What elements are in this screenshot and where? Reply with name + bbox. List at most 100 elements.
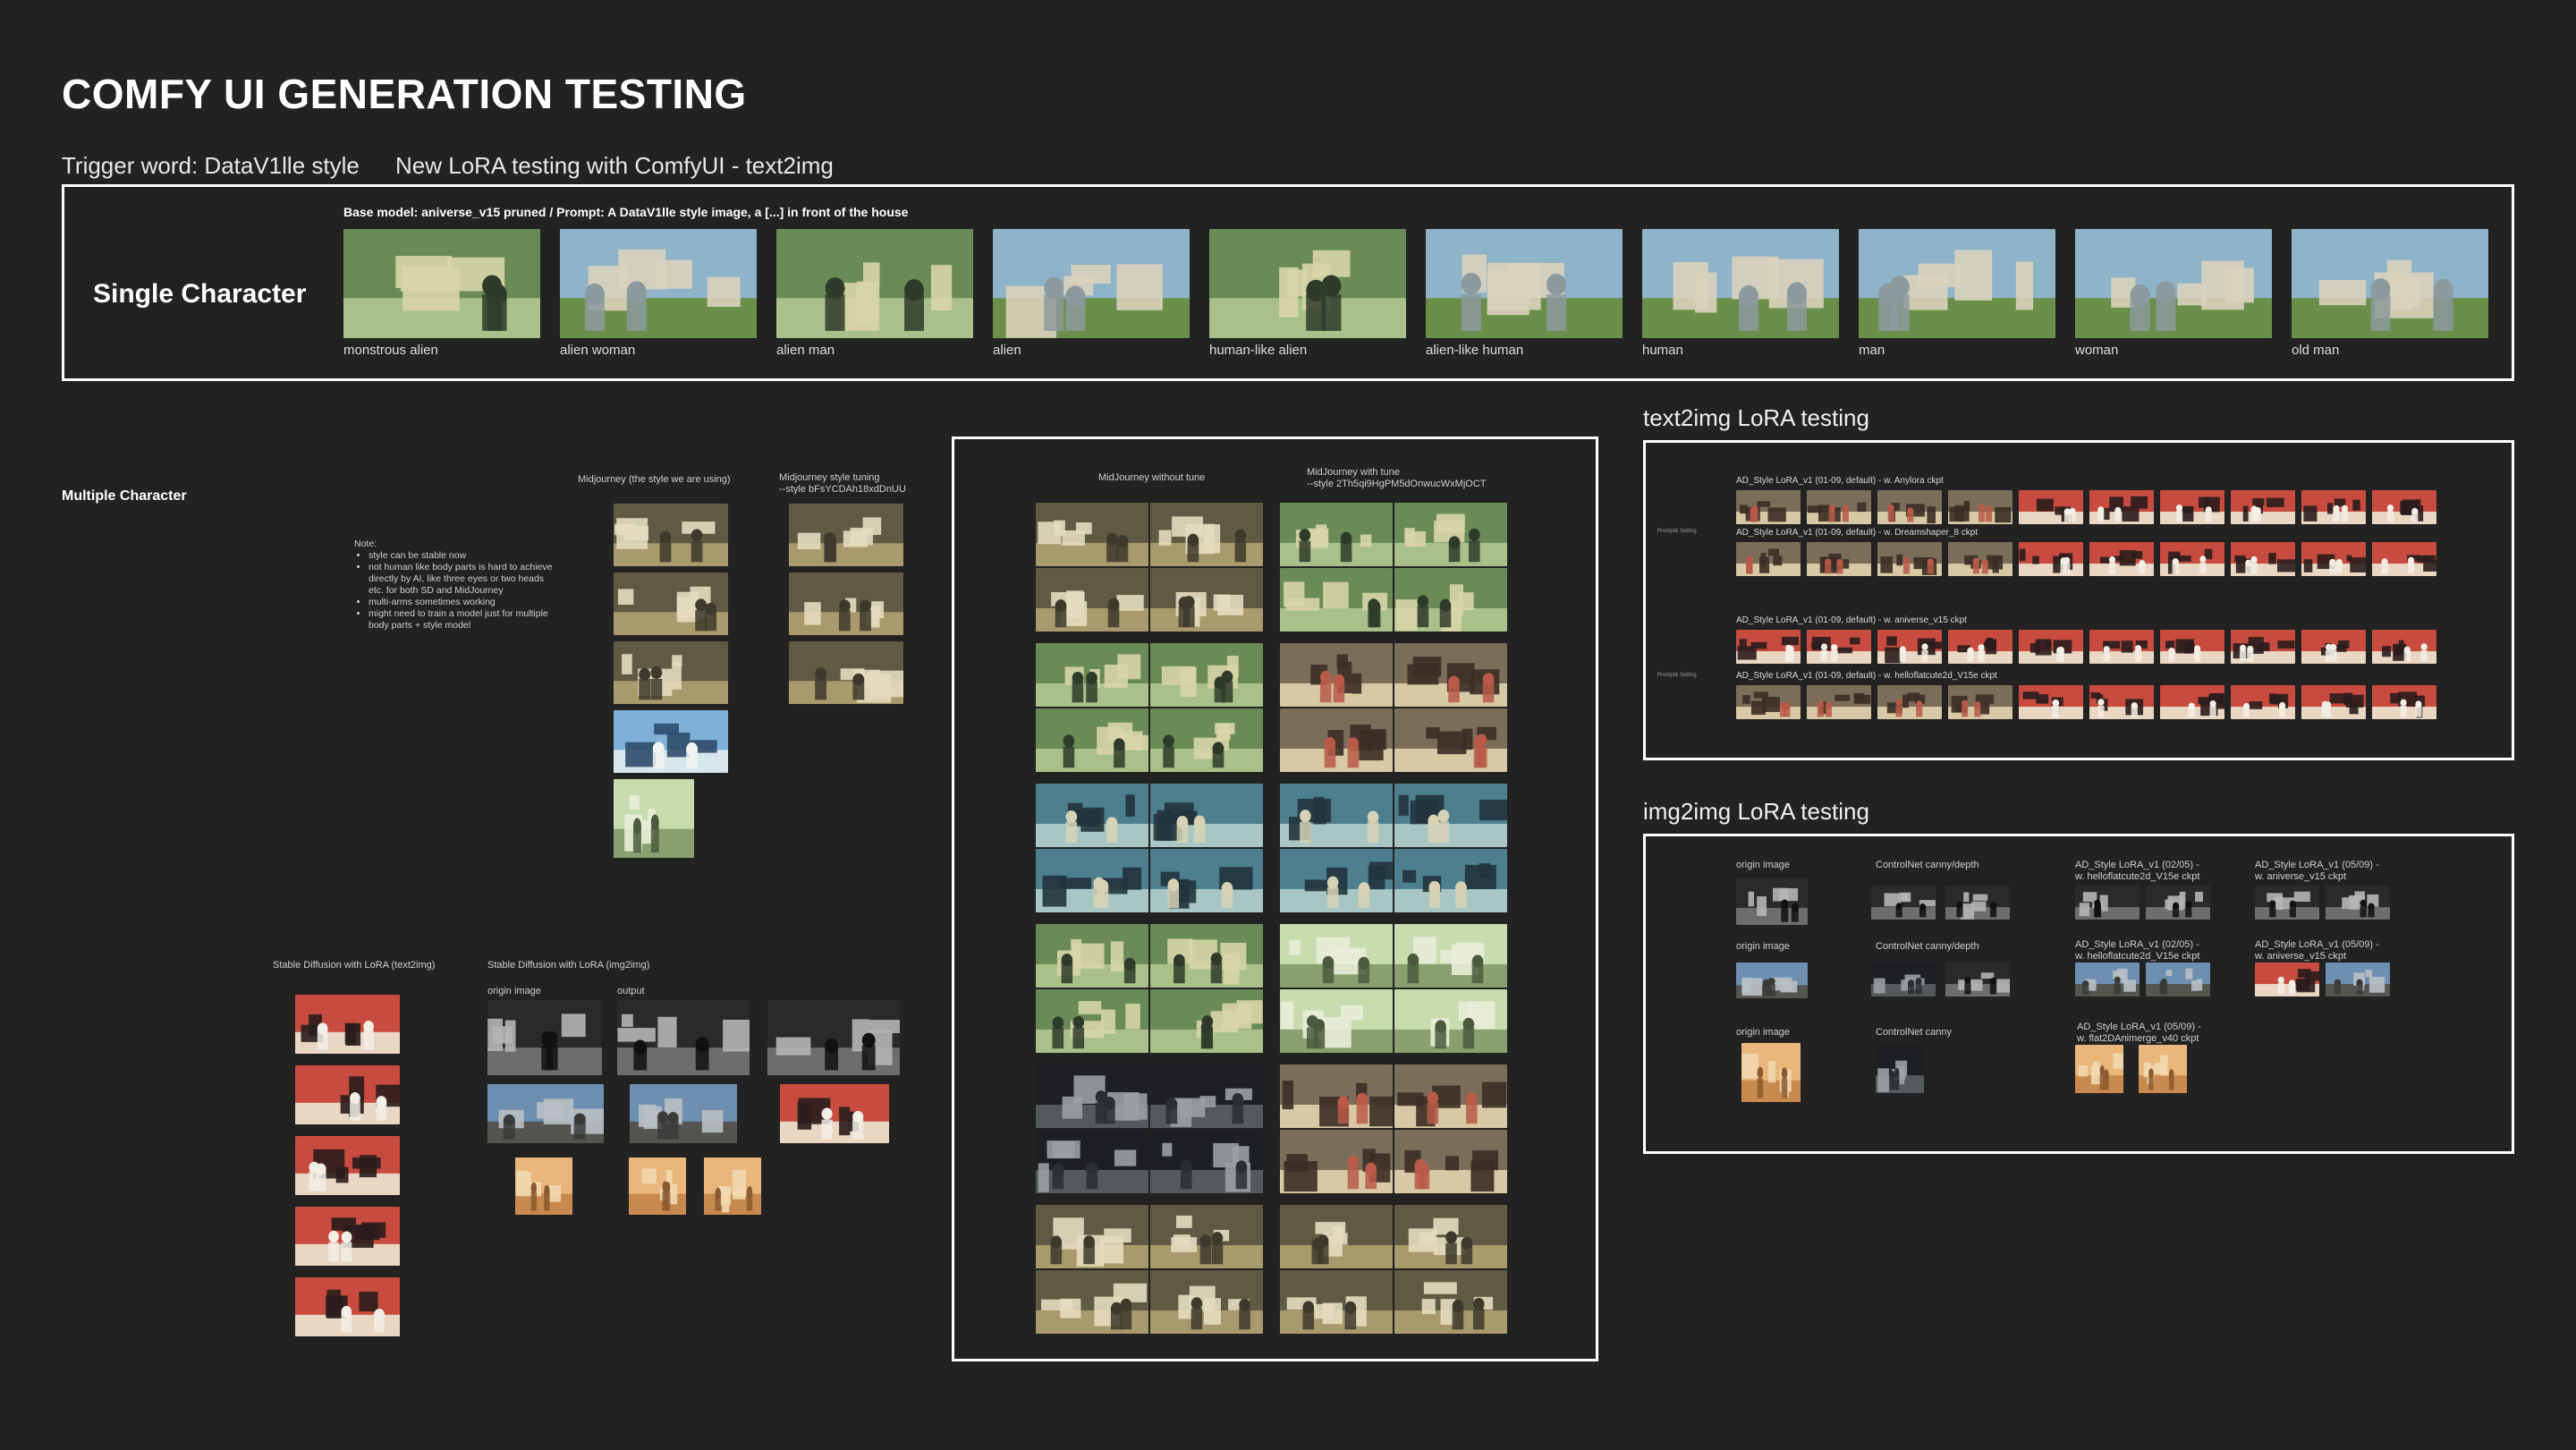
mj-with-tune-grid[interactable] [1394,643,1507,707]
t2i-result-thumb[interactable] [1948,630,2012,664]
mj-without-tune-grid[interactable] [1150,1064,1263,1128]
t2i-result-thumb[interactable] [2019,685,2083,719]
sd-origin-thumb[interactable] [487,1084,604,1143]
mj-with-tune-grid[interactable] [1280,503,1393,566]
sd-output-thumb[interactable] [767,1000,900,1075]
t2i-result-thumb[interactable] [2301,490,2366,524]
t2i-result-thumb[interactable] [2160,630,2224,664]
i2i-result-face-thumb[interactable] [2139,1045,2187,1093]
t2i-result-thumb[interactable] [1877,685,1942,719]
midjourney-tune-thumb[interactable] [789,641,903,704]
i2i-result-thumb[interactable] [2326,886,2390,920]
midjourney-thumb[interactable] [614,641,728,704]
mj-without-tune-grid[interactable] [1036,784,1148,847]
mj-with-tune-grid[interactable] [1280,989,1393,1053]
midjourney-thumb[interactable] [614,710,728,773]
t2i-result-thumb[interactable] [2160,685,2224,719]
t2i-result-thumb[interactable] [1736,542,1801,576]
single-character-thumb[interactable] [1642,229,1839,338]
single-character-thumb[interactable] [2075,229,2272,338]
single-character-thumb[interactable] [2292,229,2488,338]
midjourney-thumb[interactable] [614,779,694,858]
t2i-result-thumb[interactable] [2089,630,2154,664]
single-character-thumb[interactable] [560,229,757,338]
t2i-result-thumb[interactable] [2372,685,2436,719]
mj-without-tune-grid[interactable] [1150,989,1263,1053]
i2i-result-thumb[interactable] [2146,886,2210,920]
single-character-thumb[interactable] [993,229,1190,338]
t2i-result-thumb[interactable] [1948,490,2012,524]
mj-with-tune-grid[interactable] [1394,924,1507,988]
mj-without-tune-grid[interactable] [1150,1205,1263,1268]
sd-output-thumb[interactable] [630,1084,737,1143]
t2i-result-thumb[interactable] [2089,490,2154,524]
i2i-depth-thumb[interactable] [1945,886,2010,920]
mj-without-tune-grid[interactable] [1036,568,1148,632]
sd-output-thumb[interactable] [617,1000,750,1075]
t2i-result-thumb[interactable] [2231,630,2295,664]
t2i-result-thumb[interactable] [1948,685,2012,719]
mj-with-tune-grid[interactable] [1394,1064,1507,1128]
i2i-result-thumb[interactable] [2326,962,2390,996]
mj-without-tune-grid[interactable] [1036,1205,1148,1268]
mj-without-tune-grid[interactable] [1150,784,1263,847]
t2i-result-thumb[interactable] [1736,685,1801,719]
midjourney-tune-thumb[interactable] [789,572,903,635]
single-character-thumb[interactable] [1209,229,1406,338]
t2i-result-thumb[interactable] [1807,542,1871,576]
t2i-result-thumb[interactable] [1807,685,1871,719]
t2i-result-thumb[interactable] [2231,542,2295,576]
t2i-result-thumb[interactable] [2231,685,2295,719]
single-character-thumb[interactable] [776,229,973,338]
t2i-result-thumb[interactable] [2231,490,2295,524]
t2i-result-thumb[interactable] [2019,490,2083,524]
mj-without-tune-grid[interactable] [1036,924,1148,988]
mj-with-tune-grid[interactable] [1280,643,1393,707]
mj-without-tune-grid[interactable] [1036,643,1148,707]
mj-with-tune-grid[interactable] [1394,1205,1507,1268]
t2i-result-thumb[interactable] [1807,490,1871,524]
single-character-thumb[interactable] [1859,229,2055,338]
mj-without-tune-grid[interactable] [1036,989,1148,1053]
i2i-result-thumb[interactable] [2255,962,2319,996]
mj-without-tune-grid[interactable] [1150,503,1263,566]
t2i-result-thumb[interactable] [2372,542,2436,576]
mj-with-tune-grid[interactable] [1280,924,1393,988]
sd-text2img-thumb[interactable] [295,1207,400,1266]
mj-with-tune-grid[interactable] [1280,1270,1393,1334]
t2i-result-thumb[interactable] [2019,542,2083,576]
t2i-result-thumb[interactable] [1736,490,1801,524]
sd-output-face-thumb[interactable] [704,1157,761,1215]
mj-without-tune-grid[interactable] [1150,568,1263,632]
i2i-result-face-thumb[interactable] [2075,1045,2123,1093]
i2i-canny-thumb[interactable] [1876,1045,1924,1093]
mj-with-tune-grid[interactable] [1394,568,1507,632]
i2i-result-thumb[interactable] [2075,962,2140,996]
t2i-result-thumb[interactable] [1877,490,1942,524]
t2i-result-thumb[interactable] [1807,630,1871,664]
mj-with-tune-grid[interactable] [1280,1064,1393,1128]
midjourney-tune-thumb[interactable] [789,504,903,566]
i2i-origin-thumb[interactable] [1736,962,1808,998]
mj-with-tune-grid[interactable] [1280,784,1393,847]
mj-without-tune-grid[interactable] [1150,1270,1263,1334]
mj-without-tune-grid[interactable] [1036,849,1148,912]
t2i-result-thumb[interactable] [2301,630,2366,664]
i2i-canny-thumb[interactable] [1871,962,1936,996]
i2i-result-thumb[interactable] [2075,886,2140,920]
t2i-result-thumb[interactable] [2160,542,2224,576]
mj-with-tune-grid[interactable] [1280,708,1393,772]
mj-with-tune-grid[interactable] [1394,503,1507,566]
sd-output-face-thumb[interactable] [629,1157,686,1215]
t2i-result-thumb[interactable] [2372,630,2436,664]
i2i-canny-thumb[interactable] [1871,886,1936,920]
mj-with-tune-grid[interactable] [1394,1130,1507,1193]
sd-origin-face-thumb[interactable] [515,1157,572,1215]
mj-with-tune-grid[interactable] [1280,1205,1393,1268]
mj-without-tune-grid[interactable] [1036,503,1148,566]
mj-with-tune-grid[interactable] [1280,1130,1393,1193]
t2i-result-thumb[interactable] [1948,542,2012,576]
i2i-origin-face-thumb[interactable] [1741,1043,1801,1102]
mj-without-tune-grid[interactable] [1036,1270,1148,1334]
i2i-origin-thumb[interactable] [1736,878,1808,925]
